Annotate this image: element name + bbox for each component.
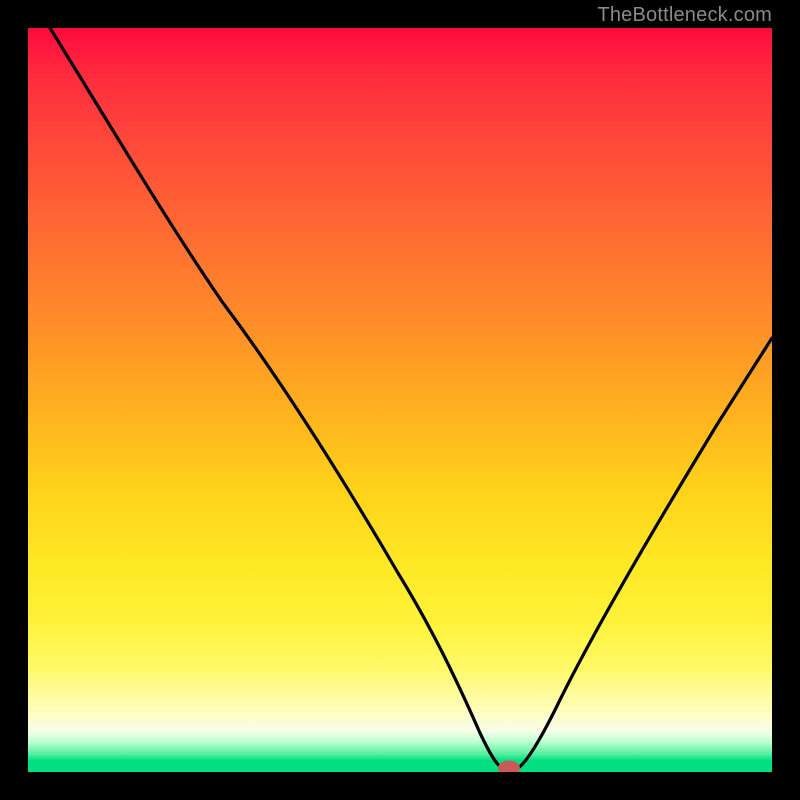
watermark-text: TheBottleneck.com — [597, 4, 772, 27]
chart-frame: TheBottleneck.com — [0, 0, 800, 800]
plot-gradient-background — [28, 28, 772, 772]
